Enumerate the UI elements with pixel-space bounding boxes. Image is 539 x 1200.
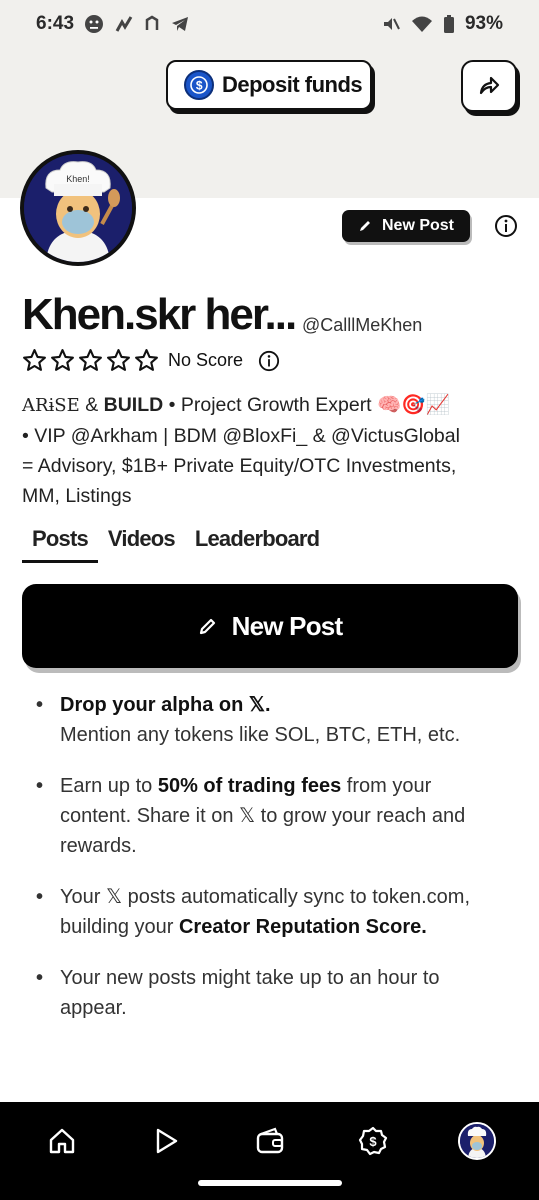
list-item: • Drop your alpha on 𝕏. Mention any token…	[36, 690, 506, 750]
share-arrow-icon	[479, 76, 500, 95]
wallet-icon	[256, 1127, 284, 1154]
dollar-badge-icon: $	[358, 1126, 388, 1156]
status-left: 6:43	[36, 13, 190, 35]
telegram-icon	[172, 17, 189, 31]
notification-icon	[145, 15, 159, 30]
wifi-icon	[411, 16, 432, 32]
list-item: • Earn up to 50% of trading fees from yo…	[36, 771, 506, 861]
profile-handle: @CalllMeKhen	[302, 315, 423, 335]
rating-row: No Score	[22, 348, 280, 373]
new-post-label: New Post	[231, 610, 343, 641]
bullet-icon: •	[36, 967, 44, 989]
nav-videos[interactable]	[147, 1122, 185, 1160]
svg-text:Khen!: Khen!	[66, 174, 90, 184]
nav-wallet[interactable]	[251, 1122, 289, 1160]
profile-bio: ARɨSE & BUILD • Project Growth Expert 🧠🎯…	[22, 390, 512, 511]
play-icon	[156, 1128, 178, 1154]
mute-icon	[383, 18, 400, 30]
home-icon	[49, 1128, 75, 1154]
battery-icon	[443, 15, 454, 33]
new-post-button[interactable]: New Post	[22, 584, 518, 668]
star-outline-icon	[79, 349, 102, 371]
signal-app-icon	[115, 16, 133, 32]
star-outline-icon	[135, 349, 158, 371]
score-info-icon[interactable]	[258, 350, 280, 372]
new-post-button-small[interactable]: New Post	[342, 210, 470, 242]
nav-earnings[interactable]: $	[354, 1122, 392, 1160]
bullet-icon: •	[36, 694, 44, 716]
pencil-icon	[199, 618, 215, 635]
bio-line-1: ARɨSE & BUILD • Project Growth Expert 🧠🎯…	[22, 394, 450, 416]
new-post-label-small: New Post	[381, 217, 454, 234]
bullet-icon: •	[36, 775, 44, 797]
home-indicator[interactable]	[198, 1180, 342, 1186]
status-time: 6:43	[36, 13, 75, 34]
share-button[interactable]	[461, 60, 517, 112]
profile-name: Khen.skr her...	[22, 290, 297, 339]
face-notification-icon	[85, 15, 104, 33]
bio-line-2: • VIP @Arkham | BDM @BloxFi_ & @VictusGl…	[22, 425, 460, 447]
dollar-coin-icon: $	[184, 70, 214, 100]
tab-leaderboard[interactable]: Leaderboard	[185, 524, 329, 563]
list-item: • Your 𝕏 posts automatically sync to tok…	[36, 882, 506, 942]
info-icon[interactable]	[494, 214, 518, 238]
profile-avatar[interactable]: Khen!	[20, 150, 136, 266]
svg-text:$: $	[369, 1134, 377, 1149]
chef-avatar-image: Khen!	[24, 154, 132, 262]
bio-line-4: MM, Listings	[22, 485, 132, 507]
profile-tabs: Posts Videos Leaderboard	[22, 524, 329, 563]
battery-percentage: 93%	[464, 13, 503, 34]
star-outline-icon	[107, 349, 130, 371]
deposit-funds-button[interactable]: $ Deposit funds	[166, 60, 372, 110]
profile-avatar-small	[458, 1122, 496, 1160]
status-bar: 6:43 93%	[0, 0, 539, 48]
pencil-icon	[359, 221, 370, 231]
list-item: • Your new posts might take up to an hou…	[36, 963, 506, 1023]
nav-profile[interactable]	[458, 1122, 496, 1160]
star-outline-icon	[51, 349, 74, 371]
tab-videos[interactable]: Videos	[98, 524, 185, 563]
score-label: No Score	[168, 350, 244, 370]
star-outline-icon	[23, 349, 46, 371]
bullet-icon: •	[36, 886, 44, 908]
posting-tips-list: • Drop your alpha on 𝕏. Mention any token…	[36, 690, 506, 1044]
status-right: 93%	[381, 13, 503, 35]
nav-home[interactable]	[43, 1122, 81, 1160]
tab-posts[interactable]: Posts	[22, 524, 98, 563]
bio-line-3: = Advisory, $1B+ Private Equity/OTC Inve…	[22, 455, 457, 477]
svg-text:$: $	[196, 79, 203, 93]
deposit-funds-label: Deposit funds	[222, 72, 363, 97]
